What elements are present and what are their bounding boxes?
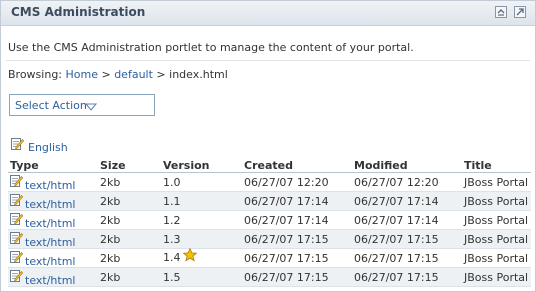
modified-cell: 06/27/07 17:14 <box>351 210 461 230</box>
column-header-version: Version <box>155 154 241 173</box>
created-cell: 06/27/07 17:14 <box>241 191 351 211</box>
type-link[interactable]: text/html <box>10 179 75 192</box>
title-cell: JBoss Portal <box>461 172 531 192</box>
size-cell: 2kb <box>92 191 155 211</box>
breadcrumb-folder-link[interactable]: default <box>114 68 153 81</box>
table-row: text/html 2kb 1.3 06/27/07 17:15 06/27/07 17… <box>8 229 531 249</box>
type-link-group[interactable]: text/html <box>10 250 75 268</box>
type-cell: text/html <box>8 267 92 287</box>
title-cell: JBoss Portal <box>461 267 531 287</box>
type-link[interactable]: text/html <box>10 274 75 287</box>
type-cell: text/html <box>8 172 92 192</box>
modified-cell: 06/27/07 12:20 <box>351 172 461 192</box>
type-link-group[interactable]: text/html <box>10 269 75 287</box>
size-cell: 2kb <box>92 229 155 249</box>
size-cell: 2kb <box>92 267 155 287</box>
table-row: text/html 2kb 1.1 06/27/07 17:14 06/27/07 17… <box>8 191 531 211</box>
version-value: 1.0 <box>163 175 181 189</box>
type-cell: text/html <box>8 229 92 249</box>
column-header-title: Title <box>461 154 531 173</box>
type-link-group[interactable]: text/html <box>10 193 75 211</box>
maximize-icon[interactable] <box>495 6 507 18</box>
modified-cell: 06/27/07 17:15 <box>351 229 461 249</box>
column-header-size: Size <box>92 154 155 173</box>
modified-cell: 06/27/07 17:15 <box>351 267 461 287</box>
table-row: text/html 2kb 1.5 06/27/07 17:15 06/27/07 17… <box>8 267 531 287</box>
column-header-modified: Modified <box>351 154 461 173</box>
version-cell: 1.4 <box>155 247 241 268</box>
type-link-group[interactable]: text/html <box>10 231 75 249</box>
cms-admin-portlet: CMS Administration Use the CMS Administr… <box>0 0 536 292</box>
type-link[interactable]: text/html <box>10 236 75 249</box>
modified-cell: 06/27/07 17:15 <box>351 248 461 268</box>
created-cell: 06/27/07 17:15 <box>241 267 351 287</box>
file-versions-table: Type Size Version Created Modified Title… <box>8 154 531 287</box>
title-cell: JBoss Portal <box>461 191 531 211</box>
restore-icon[interactable] <box>514 6 526 18</box>
portlet-titlebar: CMS Administration <box>1 1 535 26</box>
table-row: text/html 2kb 1.2 06/27/07 17:14 06/27/07 17… <box>8 210 531 230</box>
edit-document-icon <box>11 137 25 153</box>
type-link[interactable]: text/html <box>10 198 75 211</box>
version-cell: 1.1 <box>155 191 241 211</box>
version-value: 1.1 <box>163 194 181 208</box>
created-cell: 06/27/07 17:15 <box>241 248 351 268</box>
version-cell: 1.0 <box>155 172 241 192</box>
version-cell: 1.5 <box>155 267 241 287</box>
star-icon <box>182 247 197 265</box>
select-action-label: Select Action <box>15 99 87 112</box>
size-cell: 2kb <box>92 248 155 268</box>
created-cell: 06/27/07 12:20 <box>241 172 351 192</box>
type-link-group[interactable]: text/html <box>10 174 75 192</box>
breadcrumb-separator: > <box>97 68 115 81</box>
modified-cell: 06/27/07 17:14 <box>351 191 461 211</box>
column-header-created: Created <box>241 154 351 173</box>
table-header-row: Type Size Version Created Modified Title <box>8 154 531 173</box>
breadcrumb-prefix: Browsing: <box>8 68 66 81</box>
version-value: 1.3 <box>163 232 181 246</box>
breadcrumb-separator: > <box>152 68 170 81</box>
version-cell: 1.2 <box>155 210 241 230</box>
title-cell: JBoss Portal <box>461 229 531 249</box>
column-header-type: Type <box>8 154 92 173</box>
language-label: English <box>28 141 68 154</box>
divider <box>6 60 530 61</box>
size-cell: 2kb <box>92 172 155 192</box>
created-cell: 06/27/07 17:15 <box>241 229 351 249</box>
type-link-group[interactable]: text/html <box>10 212 75 230</box>
table-row: text/html 2kb 1.0 06/27/07 12:20 06/27/07 12… <box>8 172 531 192</box>
table-row: text/html 2kb 1.4 06/27/07 17:15 06/27/07 17… <box>8 247 531 268</box>
intro-text: Use the CMS Administration portlet to ma… <box>8 41 414 54</box>
title-cell: JBoss Portal <box>461 210 531 230</box>
chevron-down-icon <box>84 101 98 114</box>
select-action-dropdown[interactable]: Select Action <box>9 94 155 116</box>
version-value: 1.5 <box>163 270 181 284</box>
version-value: 1.2 <box>163 213 181 227</box>
version-cell: 1.3 <box>155 229 241 249</box>
title-cell: JBoss Portal <box>461 248 531 268</box>
breadcrumb-current-file: index.html <box>169 68 228 81</box>
version-value: 1.4 <box>163 251 181 264</box>
type-cell: text/html <box>8 248 92 268</box>
created-cell: 06/27/07 17:14 <box>241 210 351 230</box>
type-link[interactable]: text/html <box>10 255 75 268</box>
type-cell: text/html <box>8 191 92 211</box>
type-link[interactable]: text/html <box>10 217 75 230</box>
breadcrumb: Browsing: Home > default > index.html <box>8 68 228 81</box>
portlet-title: CMS Administration <box>11 5 146 19</box>
size-cell: 2kb <box>92 210 155 230</box>
breadcrumb-home-link[interactable]: Home <box>66 68 98 81</box>
type-cell: text/html <box>8 210 92 230</box>
